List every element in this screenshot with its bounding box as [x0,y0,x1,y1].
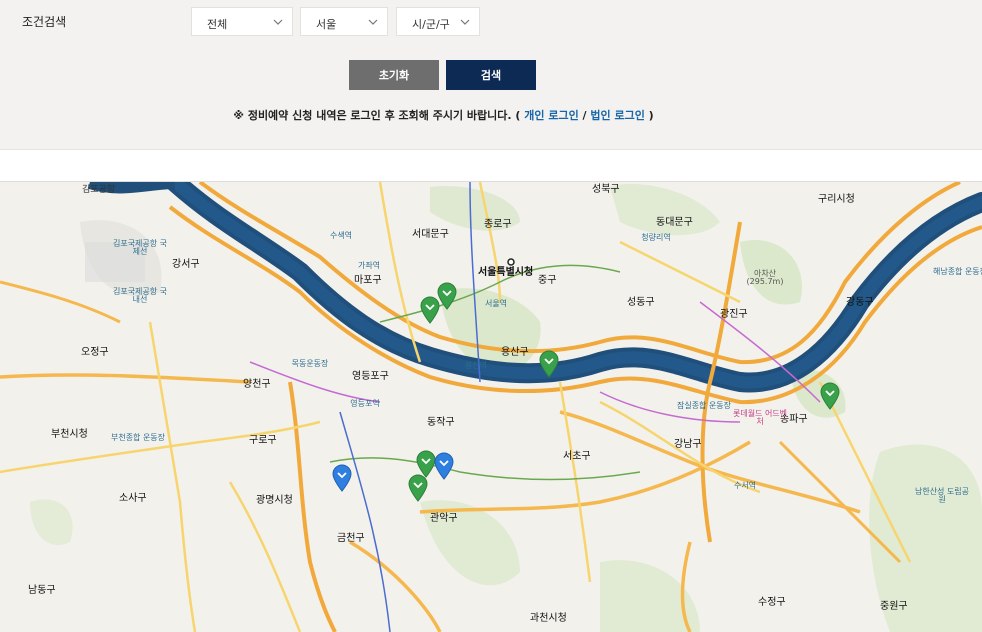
map-label-ojeong: 오정구 [81,347,109,358]
reset-button[interactable]: 초기화 [349,60,439,90]
map-label-jongno: 종로구 [484,219,512,230]
map-label-dongjak: 동작구 [427,417,455,428]
map-label-gimpo-airport: 김포공항 [82,185,116,195]
map-label-gangdong: 강동구 [846,297,874,308]
map-label-yongsan: 용산구 [501,347,529,358]
map-label-yeongdeungpo: 영등포구 [352,371,389,382]
map-label-mokdong: 목동운동장 [291,359,329,368]
map-label-suseo: 수서역 [733,481,757,490]
type-select[interactable]: 전체 [191,7,293,36]
map-label-gwangmyeong: 광명시청 [256,495,293,506]
region-select[interactable]: 서울 [300,7,388,36]
map-label-susaek: 수색역 [329,231,353,240]
map-label-gwangjin: 광진구 [720,309,748,320]
map-label-namdong: 남동구 [28,585,56,596]
map-label-gangnam: 강남구 [674,439,702,450]
marker-green-4[interactable] [820,382,840,410]
map-label-bucheon: 부천시청 [51,429,88,440]
map-label-gwanak: 관악구 [430,513,458,524]
map-label-yongsan-stn: 용산역 [464,361,488,370]
type-select-value: 전체 [207,18,228,31]
map-label-yeongdeungpo-stn: 영등포역 [350,399,380,408]
district-select[interactable]: 시/군/구 [396,7,480,36]
condition-label: 조건검색 [22,15,67,29]
map-view[interactable]: 김포공항 김포국제공항 국제선 김포국제공항 국내선 강서구 양천구 구로구 마… [0,182,982,632]
marker-green-6[interactable] [408,474,428,502]
map-label-achasan: 아차산 (295.7m) [746,269,784,286]
marker-blue-1[interactable] [434,452,454,480]
map-label-hoegi: 청량리역 [641,233,671,242]
map-label-seodaemun: 서대문구 [412,229,449,240]
marker-blue-2[interactable] [332,464,352,492]
marker-green-2[interactable] [420,296,440,324]
map-label-jungwon: 중원구 [880,601,908,612]
map-label-lotte: 롯데월드 어드벤처 [732,409,788,426]
region-select-value: 서울 [316,18,337,31]
chevron-down-icon [460,19,470,25]
chevron-down-icon [368,19,378,25]
notice-prefix: ※ 정비예약 신청 내역은 로그인 후 조회해 주시기 바랍니다. ( [233,109,521,122]
map-label-seongdong: 성동구 [627,297,655,308]
map-label-guri: 구리시청 [818,194,855,205]
map-label-namhansanseong: 남한산성 도립공원 [914,487,970,504]
notice-separator: / [578,109,591,122]
map-label-bucheon-stadium: 부천종합 운동장 [110,433,166,442]
district-select-value: 시/군/구 [412,18,450,31]
corporate-login-link[interactable]: 법인 로그인 [590,109,644,122]
spacer-bar [0,149,982,182]
map-label-seoul-stn: 서울역 [484,299,508,308]
map-label-geumcheon: 금천구 [337,533,365,544]
login-notice: ※ 정비예약 신청 내역은 로그인 후 조회해 주시기 바랍니다. ( 개인 로… [0,107,887,123]
map-label-seongbuk: 성북구 [592,184,620,195]
marker-green-1[interactable] [437,282,457,310]
map-label-mapo: 마포구 [354,275,382,286]
map-label-seocho: 서초구 [563,451,591,462]
notice-suffix: ) [644,109,654,122]
personal-login-link[interactable]: 개인 로그인 [524,109,578,122]
map-label-guro: 구로구 [249,435,277,446]
chevron-down-icon [273,19,283,25]
map-label-gwacheon: 과천시청 [530,613,567,624]
search-button[interactable]: 검색 [446,60,536,90]
map-label-haenam: 해남종합 운동장 [932,267,982,276]
marker-green-3[interactable] [539,350,559,378]
map-label-jung: 중구 [538,275,557,286]
map-label-gangseo: 강서구 [172,259,200,270]
map-label-gajwa: 가좌역 [357,261,381,270]
map-label-gimpo-dom: 김포국제공항 국내선 [112,287,168,304]
map-label-sujeong: 수정구 [758,597,786,608]
map-label-gimpo-intl: 김포국제공항 국제선 [112,239,168,256]
cityhall-marker-icon [507,258,515,266]
map-label-seoul-cityhall: 서울특별시청 [478,267,534,278]
map-label-jamsil: 잠실종합 운동장 [676,401,732,410]
map-label-dongdaemun: 동대문구 [656,217,693,228]
map-label-sosa: 소사구 [119,493,147,504]
search-panel: 조건검색 전체 서울 시/군/구 초기화 검색 ※ 정비예약 신청 내역은 로그… [0,0,982,149]
map-label-yangcheon: 양천구 [243,379,271,390]
